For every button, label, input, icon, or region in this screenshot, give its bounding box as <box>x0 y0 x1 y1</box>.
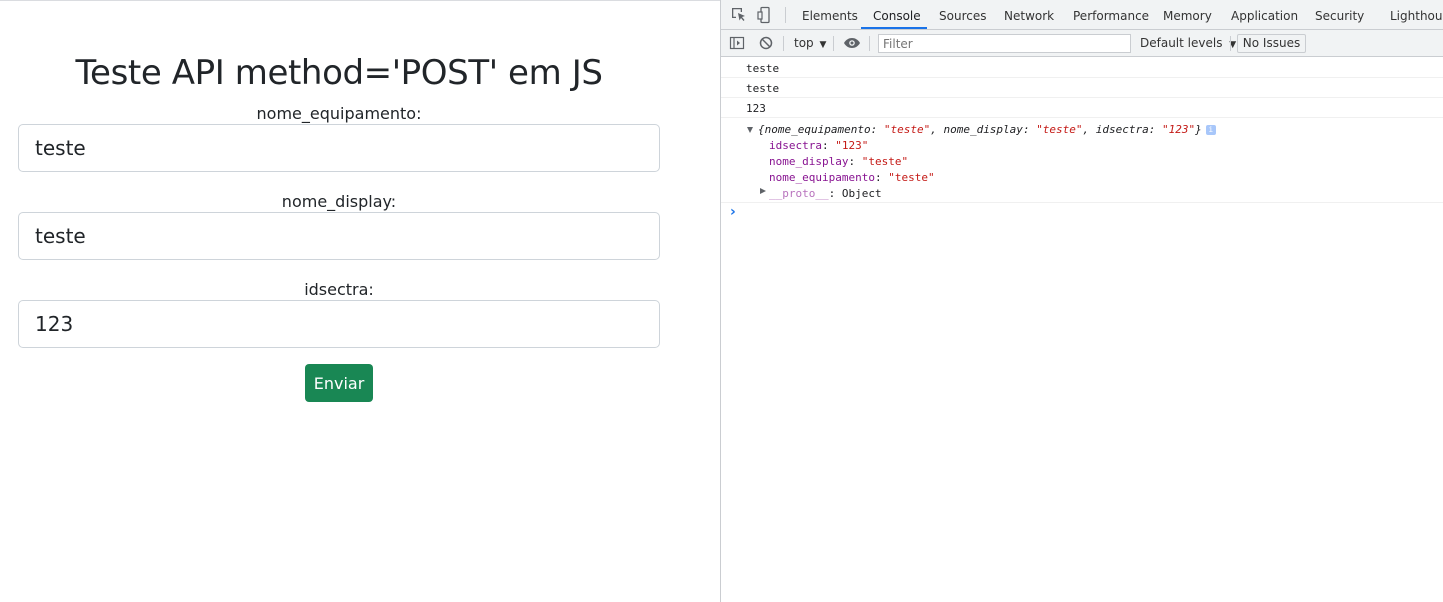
object-property: idsectra: "123" <box>769 139 869 152</box>
toolbar-separator <box>869 36 870 51</box>
log-text: teste <box>746 62 780 75</box>
show-sidebar-icon[interactable] <box>729 35 745 51</box>
nome-equipamento-label: nome_equipamento: <box>256 104 422 123</box>
context-selector[interactable]: top ▼ <box>794 30 826 57</box>
object-summary: {nome_equipamento: "teste", nome_display… <box>758 123 1216 136</box>
tab-console[interactable]: Console <box>873 0 921 30</box>
tabbar-separator <box>785 7 786 23</box>
tab-performance[interactable]: Performance <box>1073 0 1149 30</box>
inspect-element-icon[interactable] <box>730 6 748 24</box>
log-text: teste <box>746 82 780 95</box>
console-toolbar: top ▼ Default levels ▼ No Issues <box>721 30 1443 57</box>
web-page: Teste API method='POST' em JS nome_equip… <box>0 0 720 602</box>
object-log-entry[interactable]: {nome_equipamento: "teste", nome_display… <box>721 118 1443 203</box>
console-prompt-icon[interactable]: › <box>730 204 736 220</box>
log-levels-label: Default levels <box>1140 36 1223 50</box>
object-property: nome_display: "teste" <box>769 155 909 168</box>
live-expression-eye-icon[interactable] <box>843 36 861 50</box>
tab-sources[interactable]: Sources <box>939 0 986 30</box>
toolbar-separator <box>783 36 784 51</box>
devtools-panel: Elements Console Sources Network Perform… <box>720 0 1443 602</box>
log-text: 123 <box>746 102 766 115</box>
enviar-button[interactable]: Enviar <box>305 364 373 402</box>
toolbar-separator <box>1230 36 1231 51</box>
tab-lighthouse[interactable]: Lighthouse <box>1390 0 1443 30</box>
tab-application[interactable]: Application <box>1231 0 1298 30</box>
dropdown-arrow-icon: ▼ <box>819 40 827 50</box>
context-label: top <box>794 36 814 50</box>
tab-memory[interactable]: Memory <box>1163 0 1212 30</box>
clear-console-icon[interactable] <box>758 35 774 51</box>
log-entry: teste <box>721 78 1443 98</box>
idsectra-input[interactable] <box>18 300 660 348</box>
proto-property[interactable]: __proto__: Object <box>769 187 882 200</box>
expanded-triangle-icon[interactable] <box>747 127 753 133</box>
collapsed-triangle-icon[interactable] <box>760 188 766 194</box>
active-tab-indicator <box>861 27 927 29</box>
console-filter-input[interactable] <box>878 34 1131 53</box>
tab-security[interactable]: Security <box>1315 0 1364 30</box>
tab-network[interactable]: Network <box>1004 0 1054 30</box>
info-icon[interactable]: i <box>1205 125 1216 135</box>
log-entry: teste <box>721 58 1443 78</box>
idsectra-label: idsectra: <box>304 280 374 299</box>
nome-display-input[interactable] <box>18 212 660 260</box>
object-property: nome_equipamento: "teste" <box>769 171 935 184</box>
page-title: Teste API method='POST' em JS <box>75 53 603 93</box>
nome-display-label: nome_display: <box>281 192 397 211</box>
toolbar-separator <box>833 36 834 51</box>
log-levels-selector[interactable]: Default levels ▼ <box>1140 30 1236 57</box>
nome-equipamento-input[interactable] <box>18 124 660 172</box>
log-entry: 123 <box>721 98 1443 118</box>
device-toolbar-icon[interactable] <box>756 6 774 24</box>
issues-button[interactable]: No Issues <box>1237 34 1306 53</box>
devtools-tabbar: Elements Console Sources Network Perform… <box>721 0 1443 30</box>
tab-elements[interactable]: Elements <box>802 0 858 30</box>
